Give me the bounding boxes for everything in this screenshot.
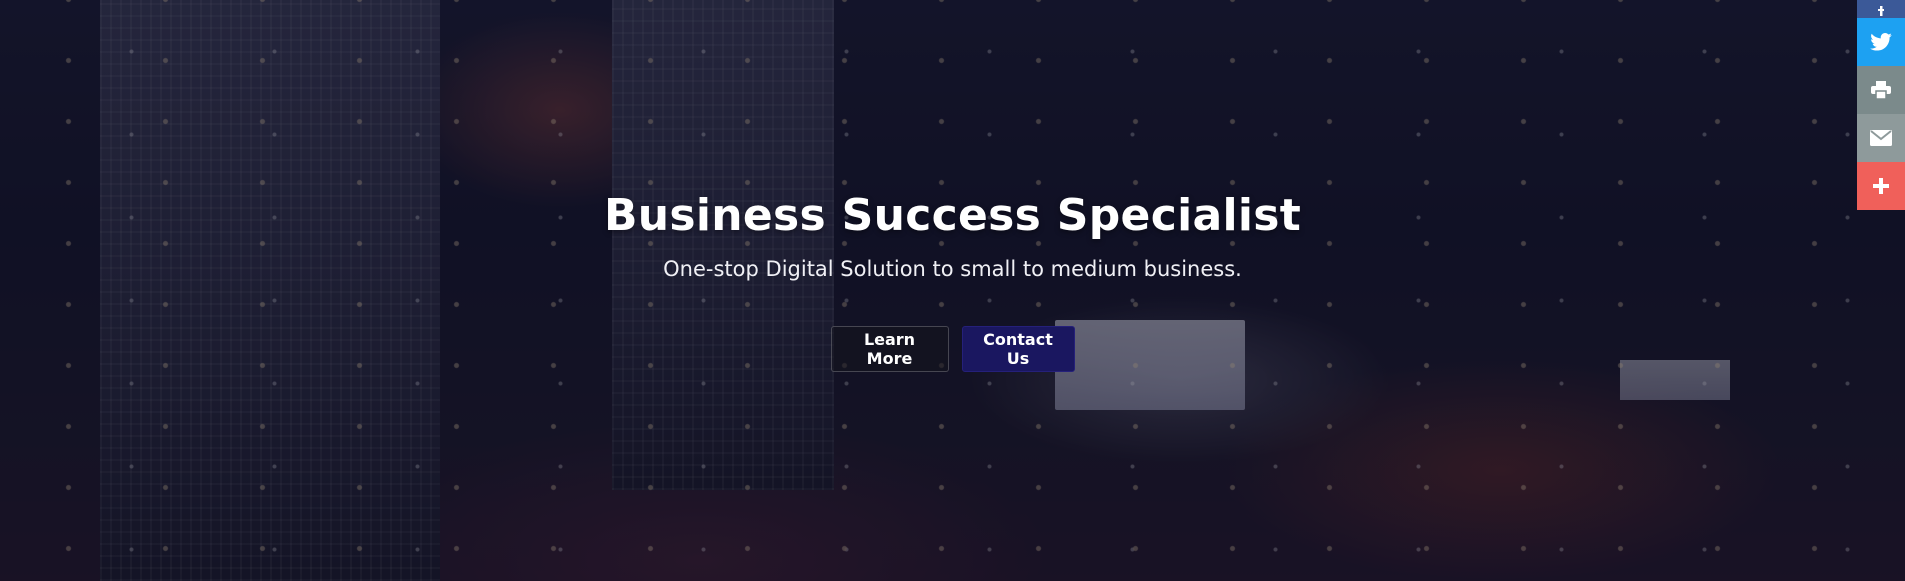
contact-us-button[interactable]: Contact Us bbox=[961, 326, 1075, 372]
learn-more-button[interactable]: Learn More bbox=[830, 326, 949, 372]
hero-buttons: Learn More Contact Us bbox=[0, 326, 1905, 372]
share-twitter-button[interactable] bbox=[1857, 18, 1905, 66]
hero-subtitle: One-stop Digital Solution to small to me… bbox=[663, 257, 1242, 281]
share-facebook-button[interactable] bbox=[1857, 0, 1905, 18]
share-more-button[interactable] bbox=[1857, 162, 1905, 210]
hero-content: Business Success Specialist One-stop Dig… bbox=[0, 188, 1905, 372]
social-share-bar bbox=[1857, 0, 1905, 210]
facebook-icon bbox=[1876, 6, 1886, 16]
hero-section: Business Success Specialist One-stop Dig… bbox=[0, 0, 1905, 581]
print-icon bbox=[1871, 81, 1891, 99]
hero-title: Business Success Specialist bbox=[603, 190, 1302, 241]
twitter-icon bbox=[1870, 33, 1892, 51]
email-icon bbox=[1870, 130, 1892, 146]
share-print-button[interactable] bbox=[1857, 66, 1905, 114]
plus-icon bbox=[1873, 178, 1889, 194]
share-email-button[interactable] bbox=[1857, 114, 1905, 162]
